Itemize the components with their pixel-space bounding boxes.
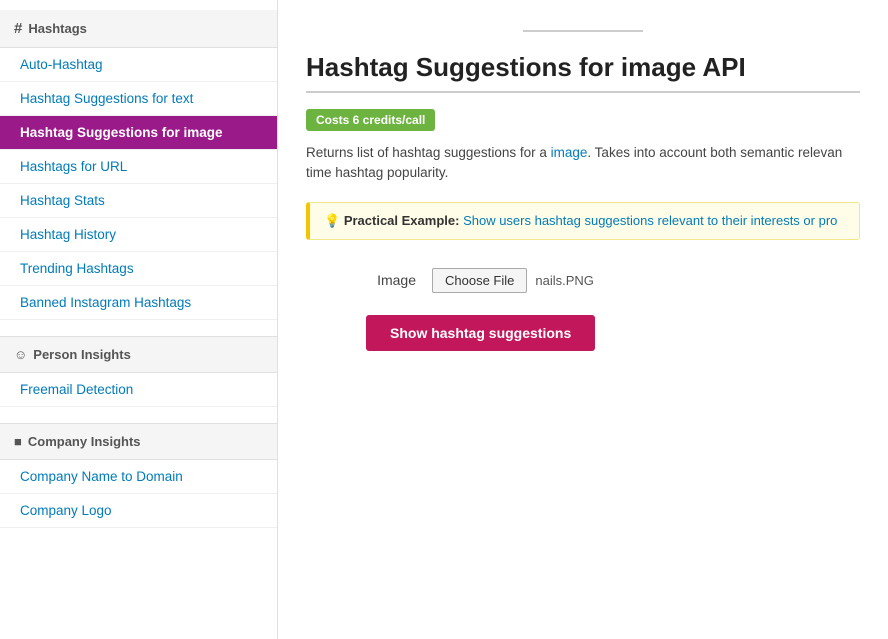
sidebar: #HashtagsAuto-HashtagHashtag Suggestions… bbox=[0, 0, 278, 639]
section-label-company-insights: Company Insights bbox=[28, 434, 141, 449]
sidebar-item-hashtag-history[interactable]: Hashtag History bbox=[0, 218, 277, 252]
sidebar-section-header-person-insights: ☺ Person Insights bbox=[0, 336, 277, 373]
top-divider bbox=[523, 30, 643, 32]
sidebar-item-trending-hashtags[interactable]: Trending Hashtags bbox=[0, 252, 277, 286]
file-input-wrapper: Choose File nails.PNG bbox=[432, 268, 594, 293]
show-hashtag-suggestions-button[interactable]: Show hashtag suggestions bbox=[366, 315, 595, 351]
sidebar-item-hashtag-stats[interactable]: Hashtag Stats bbox=[0, 184, 277, 218]
description: Returns list of hashtag suggestions for … bbox=[306, 143, 860, 184]
sidebar-section-header-hashtags: # Hashtags bbox=[0, 10, 277, 48]
practical-example: 💡 Practical Example: Show users hashtag … bbox=[306, 202, 860, 240]
choose-file-button[interactable]: Choose File bbox=[432, 268, 527, 293]
sidebar-section-header-company-insights: ■ Company Insights bbox=[0, 423, 277, 460]
main-content: Hashtag Suggestions for image API Costs … bbox=[278, 0, 888, 639]
practical-example-icon: 💡 bbox=[324, 213, 344, 228]
file-name-display: nails.PNG bbox=[535, 273, 594, 288]
sidebar-item-hashtag-suggestions-text[interactable]: Hashtag Suggestions for text bbox=[0, 82, 277, 116]
sidebar-item-freemail-detection[interactable]: Freemail Detection bbox=[0, 373, 277, 407]
image-link: image bbox=[551, 145, 588, 160]
company-icon: ■ bbox=[14, 434, 22, 449]
sidebar-gap-0 bbox=[0, 320, 277, 336]
sidebar-item-hashtag-suggestions-image[interactable]: Hashtag Suggestions for image bbox=[0, 116, 277, 150]
practical-example-label: Practical Example: bbox=[344, 213, 460, 228]
image-form-row: Image Choose File nails.PNG bbox=[366, 268, 860, 293]
sidebar-item-company-name-to-domain[interactable]: Company Name to Domain bbox=[0, 460, 277, 494]
cost-badge: Costs 6 credits/call bbox=[306, 109, 435, 131]
page-title: Hashtag Suggestions for image API bbox=[306, 52, 860, 93]
section-label-hashtags: Hashtags bbox=[28, 21, 87, 36]
sidebar-gap-1 bbox=[0, 407, 277, 423]
sidebar-item-company-logo[interactable]: Company Logo bbox=[0, 494, 277, 528]
hashtag-icon: # bbox=[14, 20, 22, 37]
person-icon: ☺ bbox=[14, 347, 27, 362]
sidebar-item-auto-hashtag[interactable]: Auto-Hashtag bbox=[0, 48, 277, 82]
section-label-person-insights: Person Insights bbox=[33, 347, 131, 362]
image-label: Image bbox=[366, 272, 416, 288]
sidebar-item-hashtags-url[interactable]: Hashtags for URL bbox=[0, 150, 277, 184]
practical-example-text: Show users hashtag suggestions relevant … bbox=[463, 213, 837, 228]
sidebar-item-banned-instagram-hashtags[interactable]: Banned Instagram Hashtags bbox=[0, 286, 277, 320]
